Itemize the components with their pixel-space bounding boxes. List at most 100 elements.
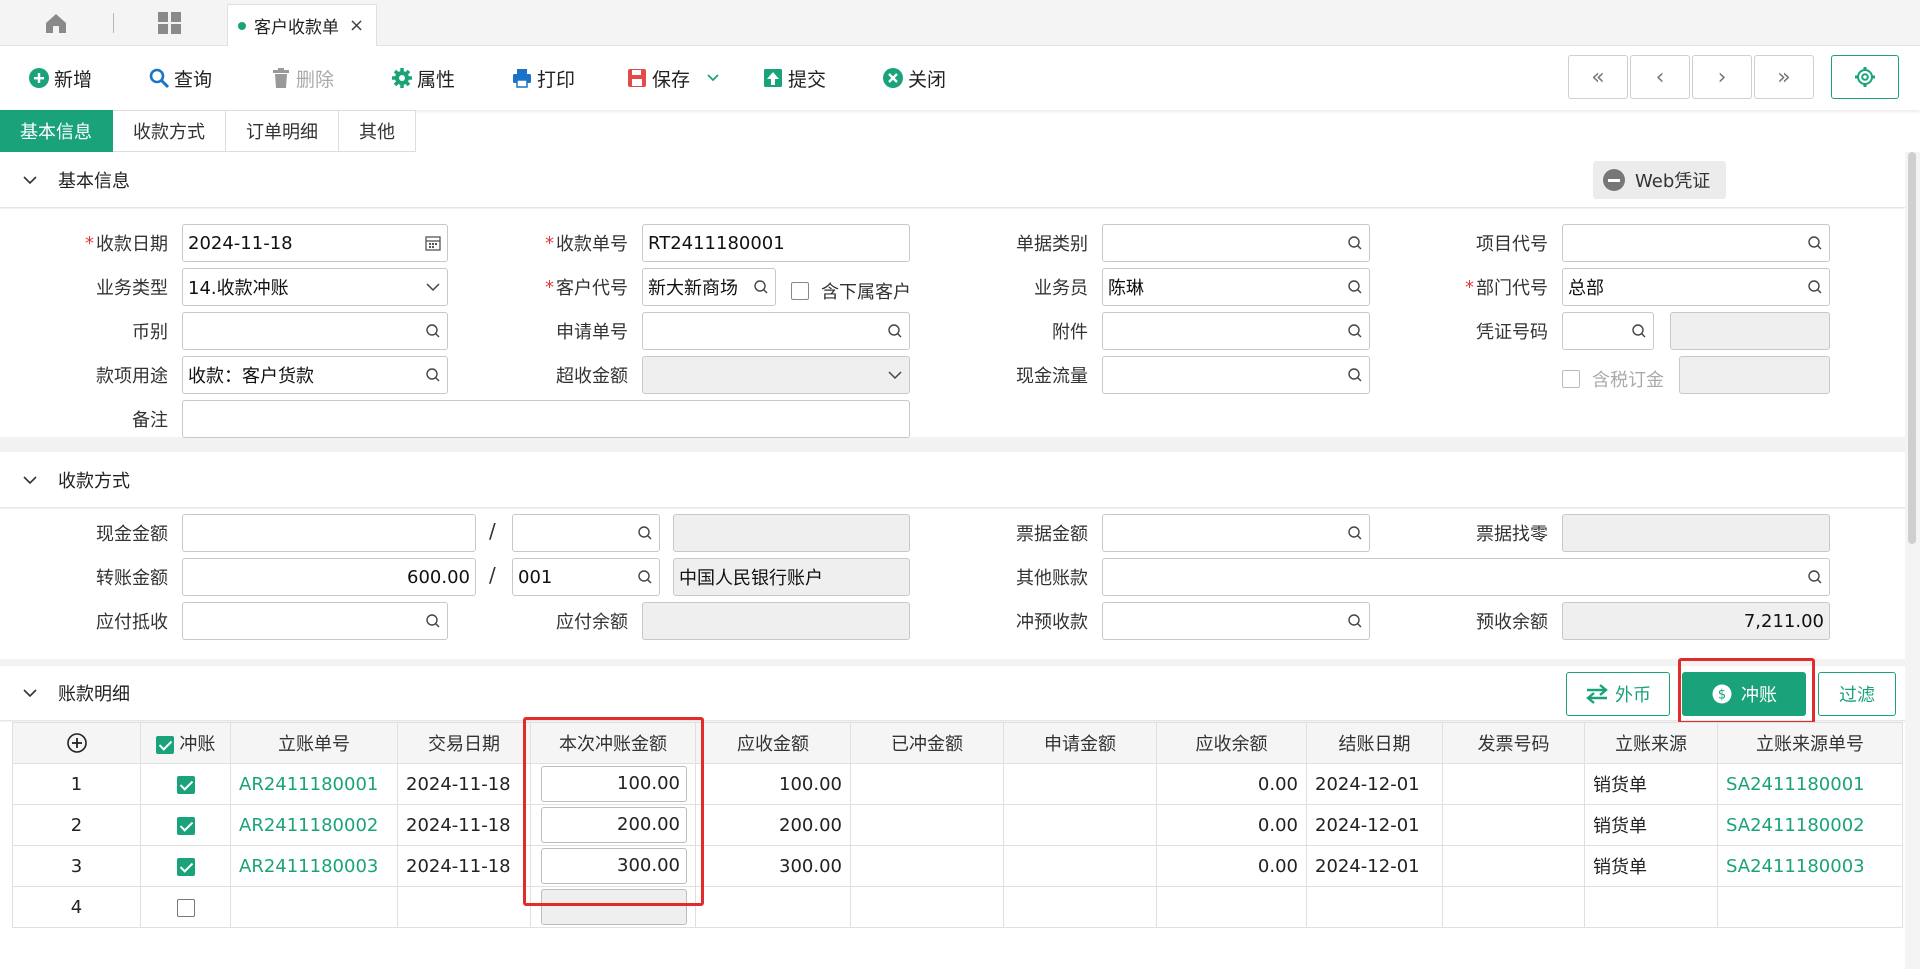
receipt-no-field[interactable]: RT2411180001 — [642, 224, 910, 262]
prev-record-button[interactable]: ‹ — [1630, 55, 1690, 99]
chevron-down-icon[interactable] — [22, 472, 38, 488]
ar-no-link[interactable]: AR2411180002 — [239, 815, 378, 836]
search-icon[interactable] — [424, 366, 442, 384]
search-icon[interactable] — [1346, 278, 1364, 296]
payable-offset-field[interactable] — [182, 602, 448, 640]
ar-no-cell[interactable]: AR2411180002 — [230, 804, 398, 846]
tab-basic-info[interactable]: 基本信息 — [0, 110, 113, 152]
department-field[interactable]: 总部 — [1562, 268, 1830, 306]
offset-amount-input[interactable]: 300.00 — [541, 848, 687, 884]
first-record-button[interactable]: « — [1568, 55, 1628, 99]
foreign-currency-button[interactable]: 外币 — [1566, 672, 1670, 716]
cash-amount-field[interactable] — [182, 514, 476, 552]
search-icon[interactable] — [1346, 322, 1364, 340]
search-icon[interactable] — [424, 612, 442, 630]
ar-no-link[interactable]: AR2411180001 — [239, 774, 378, 795]
tab-payment-method[interactable]: 收款方式 — [113, 110, 226, 152]
search-icon[interactable] — [1806, 234, 1824, 252]
home-icon[interactable] — [38, 10, 74, 36]
other-account-field[interactable] — [1102, 558, 1830, 596]
search-icon[interactable] — [636, 568, 654, 586]
transfer-amount-field[interactable]: 600.00 — [182, 558, 476, 596]
checkbox-box[interactable] — [791, 282, 809, 300]
table-row[interactable]: 4 — [12, 886, 1903, 928]
tab-customer-receipt[interactable]: 客户收款单 × — [227, 4, 377, 46]
close-button[interactable]: 关闭 — [882, 64, 946, 92]
section-basic-header[interactable]: 基本信息 Web凭证 — [0, 152, 1905, 208]
usage-field[interactable]: 收款：客户货款 — [182, 356, 448, 394]
source-no-cell[interactable] — [1717, 886, 1903, 928]
biz-type-select[interactable]: 14.收款冲账 — [182, 268, 448, 306]
new-button[interactable]: 新增 — [28, 64, 92, 92]
next-record-button[interactable]: › — [1692, 55, 1752, 99]
search-icon[interactable] — [1806, 278, 1824, 296]
calendar-icon[interactable] — [424, 234, 442, 252]
filter-button[interactable]: 过滤 — [1818, 672, 1896, 716]
search-icon[interactable] — [424, 322, 442, 340]
ar-no-cell[interactable]: AR2411180001 — [230, 763, 398, 805]
chevron-down-icon[interactable] — [22, 685, 38, 701]
search-icon[interactable] — [886, 322, 904, 340]
ar-no-cell[interactable] — [230, 886, 398, 928]
col-offset-check[interactable]: 冲账 — [140, 722, 231, 764]
source-no-cell[interactable]: SA2411180003 — [1717, 845, 1903, 887]
source-no-link[interactable]: SA2411180003 — [1726, 856, 1865, 877]
row-offset-cell[interactable] — [140, 845, 231, 887]
source-no-link[interactable]: SA2411180001 — [1726, 774, 1865, 795]
row-checkbox[interactable] — [176, 857, 195, 876]
cash-account-field[interactable] — [512, 514, 660, 552]
bill-type-field[interactable] — [1102, 224, 1370, 262]
search-icon[interactable] — [1346, 612, 1364, 630]
tab-order-detail[interactable]: 订单明细 — [226, 110, 339, 152]
apply-no-field[interactable] — [642, 312, 910, 350]
prepay-offset-field[interactable] — [1102, 602, 1370, 640]
checkbox-box[interactable] — [1562, 370, 1580, 388]
source-no-link[interactable]: SA2411180002 — [1726, 815, 1865, 836]
section-payment-header[interactable]: 收款方式 — [0, 452, 1905, 508]
bill-amount-field[interactable] — [1102, 514, 1370, 552]
source-no-cell[interactable]: SA2411180002 — [1717, 804, 1903, 846]
settings-button[interactable] — [1831, 55, 1899, 99]
row-offset-cell[interactable] — [140, 763, 231, 805]
salesperson-field[interactable]: 陈琳 — [1102, 268, 1370, 306]
row-checkbox[interactable] — [176, 775, 195, 794]
cashflow-field[interactable] — [1102, 356, 1370, 394]
offset-button[interactable]: $ 冲账 — [1682, 672, 1806, 716]
web-voucher-button[interactable]: Web凭证 — [1593, 161, 1726, 199]
offset-amount-input[interactable] — [541, 889, 687, 925]
print-button[interactable]: 打印 — [511, 64, 575, 92]
search-icon[interactable] — [752, 278, 770, 296]
date-field[interactable]: 2024-11-18 — [182, 224, 448, 262]
search-icon[interactable] — [1630, 322, 1648, 340]
offset-amount-input[interactable]: 200.00 — [541, 807, 687, 843]
table-row[interactable]: 3 AR2411180003 2024-11-18 300.00 300.00 … — [12, 845, 1903, 887]
chevron-down-icon[interactable] — [886, 366, 904, 384]
chevron-down-icon[interactable] — [22, 172, 38, 188]
ar-no-link[interactable]: AR2411180003 — [239, 856, 378, 877]
offset-amount-cell[interactable]: 200.00 — [530, 804, 696, 846]
ar-no-cell[interactable]: AR2411180003 — [230, 845, 398, 887]
source-no-cell[interactable]: SA2411180001 — [1717, 763, 1903, 805]
close-tab-icon[interactable]: × — [349, 15, 364, 36]
last-record-button[interactable]: » — [1754, 55, 1814, 99]
search-icon[interactable] — [1346, 234, 1364, 252]
offset-amount-cell[interactable]: 100.00 — [530, 763, 696, 805]
tab-other[interactable]: 其他 — [339, 110, 416, 152]
search-icon[interactable] — [1806, 568, 1824, 586]
row-offset-cell[interactable] — [140, 886, 231, 928]
include-sub-customer-checkbox[interactable]: 含下属客户 — [791, 278, 911, 304]
customer-field[interactable]: 新大新商场 — [642, 268, 776, 306]
attachment-field[interactable] — [1102, 312, 1370, 350]
currency-field[interactable] — [182, 312, 448, 350]
chevron-down-icon[interactable] — [706, 71, 720, 85]
voucher-no-field[interactable] — [1562, 312, 1654, 350]
select-all-checkbox[interactable] — [155, 736, 174, 754]
search-icon[interactable] — [1346, 524, 1364, 542]
table-row[interactable]: 2 AR2411180002 2024-11-18 200.00 200.00 … — [12, 804, 1903, 846]
submit-button[interactable]: 提交 — [762, 64, 826, 92]
save-button[interactable]: 保存 — [626, 64, 720, 92]
transfer-account-field[interactable]: 001 — [512, 558, 660, 596]
project-field[interactable] — [1562, 224, 1830, 262]
table-row[interactable]: 1 AR2411180001 2024-11-18 100.00 100.00 … — [12, 763, 1903, 805]
row-checkbox[interactable] — [176, 816, 195, 835]
